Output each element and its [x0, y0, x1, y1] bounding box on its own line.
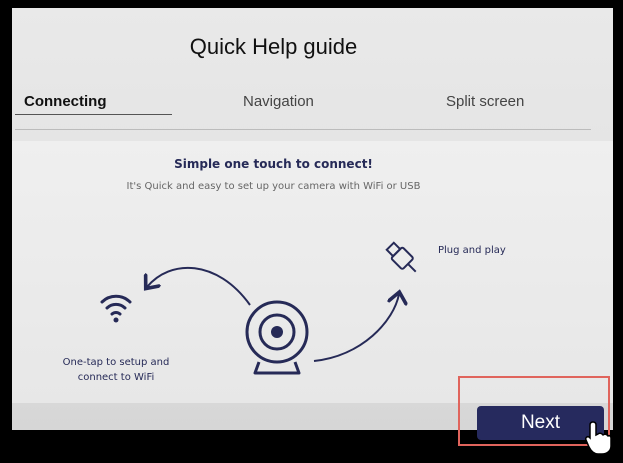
plug-caption: Plug and play: [438, 245, 506, 256]
hand-cursor-icon: [585, 421, 612, 455]
wifi-caption: One-tap to setup and connect to WiFi: [50, 355, 182, 385]
arrow-to-usb: [313, 294, 399, 362]
help-screen: Quick Help guide Connecting Navigation S…: [12, 8, 613, 430]
wifi-icon: [100, 294, 132, 323]
connecting-panel: Simple one touch to connect! It's Quick …: [12, 141, 613, 403]
wifi-caption-line2: connect to WiFi: [77, 372, 155, 383]
wifi-caption-line1: One-tap to setup and: [62, 357, 170, 368]
active-tab-indicator: [15, 114, 172, 115]
webcam-icon: [245, 300, 309, 375]
arrow-to-wifi: [147, 266, 251, 306]
usb-plug-icon: [385, 241, 417, 273]
tab-divider: [15, 129, 591, 130]
tab-split-screen[interactable]: Split screen: [446, 93, 524, 110]
tab-navigation[interactable]: Navigation: [243, 93, 314, 110]
tab-connecting[interactable]: Connecting: [24, 93, 107, 110]
page-title: Quick Help guide: [189, 34, 358, 59]
